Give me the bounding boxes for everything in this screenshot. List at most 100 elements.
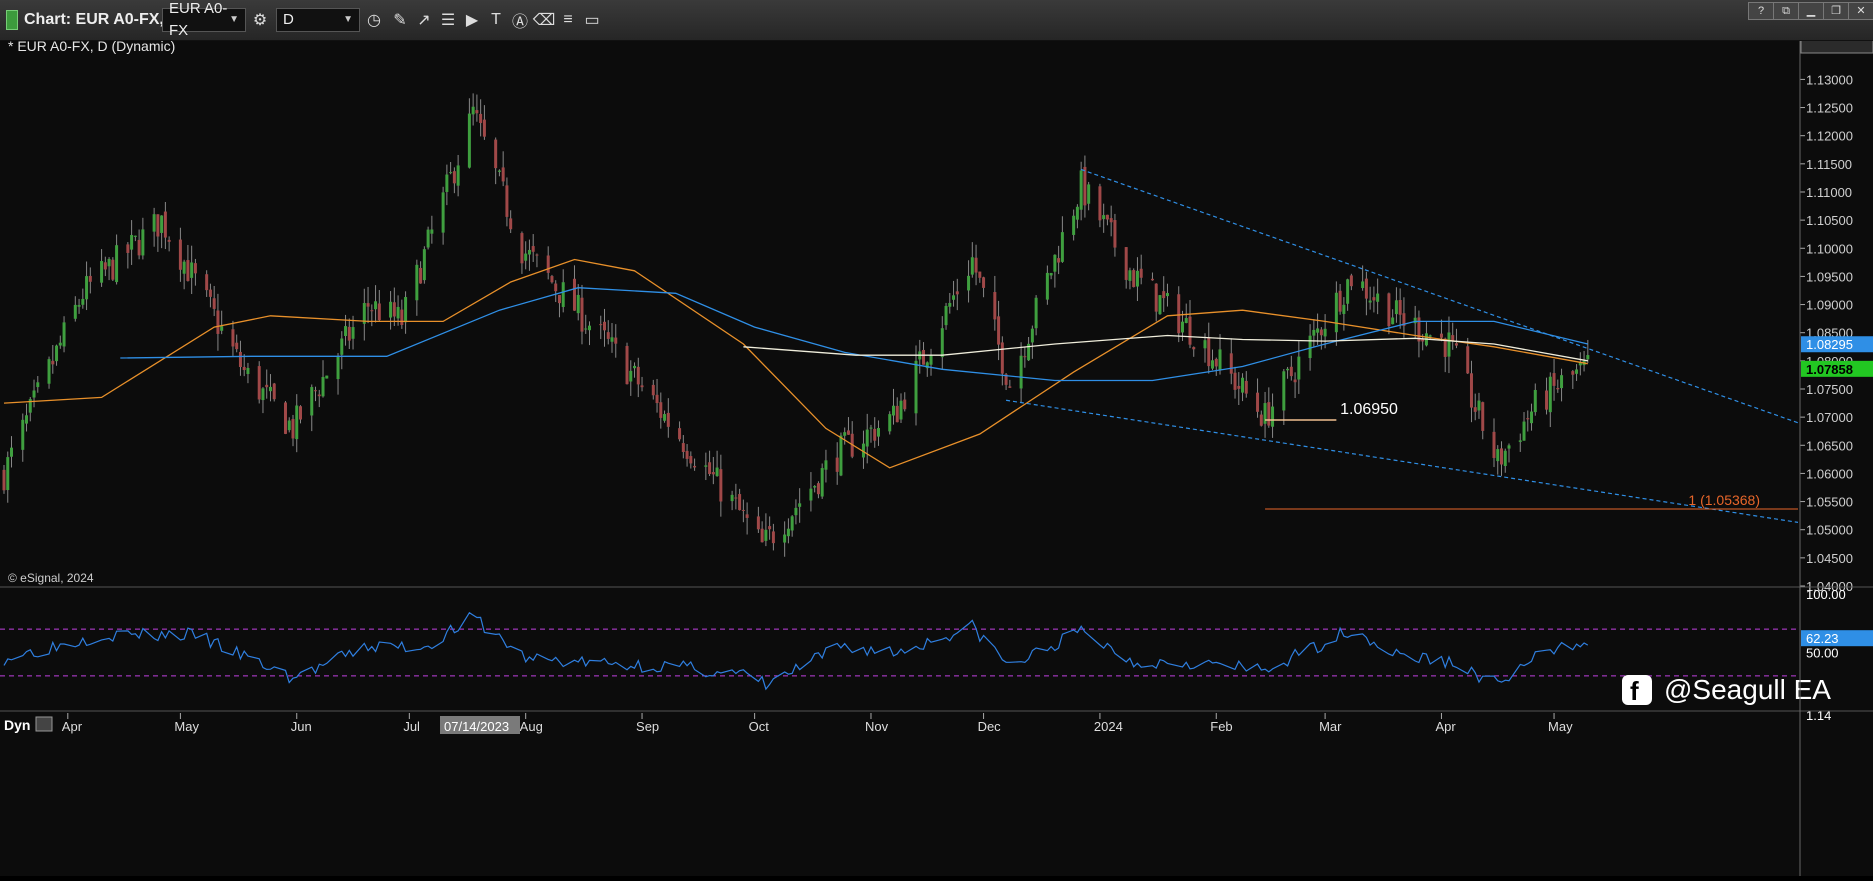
study-icon[interactable]: ↗ — [412, 8, 436, 32]
candle-body — [88, 275, 92, 282]
candle-body — [557, 294, 561, 304]
candle-body — [895, 405, 899, 423]
drag-grip-icon[interactable] — [6, 10, 18, 30]
candle-body — [10, 447, 14, 457]
candle-body — [572, 278, 576, 311]
pencil-icon[interactable]: ✎ — [388, 8, 412, 32]
settings-gear-icon[interactable]: ⚙ — [248, 8, 272, 32]
candle-body — [663, 414, 667, 421]
price-chart[interactable]: 1.069501 (1.05368) 1.136291.130001.12500… — [0, 36, 1873, 876]
candle-body — [268, 386, 272, 392]
alert-icon[interactable]: Ⓐ — [508, 8, 532, 32]
facebook-icon-letter: f — [1630, 676, 1639, 706]
candle-body — [257, 366, 261, 400]
candle-body — [888, 414, 892, 432]
candle-body — [422, 249, 426, 281]
text-tool-icon[interactable]: ☰ — [436, 8, 460, 32]
layout-icon[interactable]: ≡ — [556, 8, 580, 32]
restore-button[interactable]: ❐ — [1823, 2, 1849, 20]
candle-body — [193, 263, 197, 274]
dyn-label: Dyn — [4, 717, 30, 733]
candle-body — [272, 383, 276, 400]
symbol-select[interactable]: EUR A0-FX ▼ — [162, 0, 246, 39]
candle-body — [1560, 375, 1564, 389]
candle-body — [205, 274, 209, 291]
play-icon[interactable]: ▶ — [460, 8, 484, 32]
candle-body — [1492, 431, 1496, 458]
candle-body — [659, 402, 663, 418]
price-tick-label: 1.09500 — [1806, 269, 1853, 284]
candle-body — [1372, 297, 1376, 301]
candle-body — [287, 420, 291, 431]
minimize-button[interactable]: ▁ — [1798, 2, 1824, 20]
candle-body — [813, 486, 817, 488]
eraser-icon[interactable]: ⌫ — [532, 8, 556, 32]
time-tick-label: Sep — [636, 719, 659, 734]
candle-body — [768, 526, 772, 530]
candle-body — [835, 457, 839, 472]
interval-select[interactable]: D ▼ — [276, 8, 360, 32]
time-tick-label: Jun — [291, 719, 312, 734]
comment-icon[interactable]: ▭ — [580, 8, 604, 32]
candle-body — [625, 345, 629, 385]
candle-body — [693, 465, 697, 468]
candle-body — [1233, 372, 1237, 390]
candle-body — [640, 385, 644, 388]
clock-icon[interactable]: ◷ — [362, 8, 386, 32]
candle-body — [400, 309, 404, 325]
candle-body — [1165, 293, 1169, 297]
candle-body — [1102, 215, 1106, 220]
candle-body — [497, 170, 501, 172]
help-button[interactable]: ? — [1748, 2, 1774, 20]
candle-body — [347, 326, 351, 341]
candle-body — [1214, 358, 1218, 367]
price-tick-label: 1.07000 — [1806, 410, 1853, 425]
candle-body — [370, 310, 374, 312]
close-button[interactable]: ✕ — [1848, 2, 1873, 20]
candle-body — [1049, 273, 1053, 276]
candle-body — [1413, 317, 1417, 324]
candle-body — [58, 342, 62, 346]
candle-body — [1087, 184, 1091, 204]
candle-body — [133, 235, 137, 237]
candle-body — [1083, 166, 1087, 206]
tool-t-icon[interactable]: T — [484, 8, 508, 32]
candle-body — [1286, 368, 1290, 371]
candle-body — [948, 302, 952, 307]
candle-body — [115, 245, 119, 283]
candle-body — [21, 419, 25, 450]
candle-body — [208, 289, 212, 297]
candle-body — [1211, 360, 1215, 369]
candle-body — [1282, 371, 1286, 411]
candle-body — [1496, 449, 1500, 462]
candle-body — [584, 328, 588, 330]
candle-body — [997, 316, 1001, 345]
candle-body — [1188, 316, 1192, 345]
candle-body — [479, 113, 483, 124]
candle-body — [786, 528, 790, 537]
chart-symbol-label: * EUR A0-FX, D (Dynamic) — [8, 41, 175, 54]
candle-body — [974, 257, 978, 273]
candle-body — [441, 192, 445, 233]
price-tick-label: 1.09000 — [1806, 298, 1853, 313]
candle-body — [531, 246, 535, 252]
time-tick-label: Apr — [1435, 719, 1456, 734]
blue-ma-price-text: 1.08295 — [1806, 337, 1853, 352]
candle-body — [1023, 356, 1027, 358]
candle-body — [1034, 297, 1038, 329]
candle-body — [389, 301, 393, 318]
candle-body — [1060, 232, 1064, 262]
candle-body — [62, 322, 66, 347]
interval-value: D — [283, 11, 294, 28]
candle-body — [1575, 369, 1579, 374]
candle-body — [760, 528, 764, 543]
candle-body — [678, 428, 682, 440]
rsi-line — [3, 611, 1589, 691]
candle-body — [1000, 342, 1004, 374]
candle-body — [1030, 328, 1034, 343]
candle-body — [231, 329, 235, 347]
candle-body — [580, 297, 584, 332]
candle-body — [873, 428, 877, 441]
link-window-button[interactable]: ⧉ — [1773, 2, 1799, 20]
chart-area[interactable]: 1.069501 (1.05368) 1.136291.130001.12500… — [0, 36, 1873, 876]
